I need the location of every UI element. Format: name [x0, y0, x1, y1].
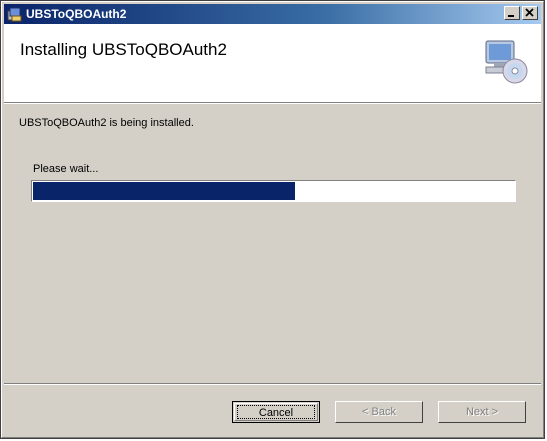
footer-divider	[4, 383, 541, 385]
close-button[interactable]	[522, 6, 538, 20]
minimize-button[interactable]	[504, 6, 520, 20]
header-banner: Installing UBSToQBOAuth2	[4, 24, 541, 102]
page-title: Installing UBSToQBOAuth2	[20, 40, 227, 59]
window-title: UBSToQBOAuth2	[26, 7, 127, 21]
close-icon	[525, 8, 534, 17]
install-status-text: UBSToQBOAuth2 is being installed.	[19, 117, 194, 129]
back-button-label: < Back	[362, 406, 396, 418]
cancel-button[interactable]: Cancel	[232, 401, 320, 423]
header-divider	[4, 102, 541, 104]
back-button[interactable]: < Back	[335, 401, 423, 423]
computer-cd-icon	[485, 40, 528, 84]
please-wait-label: Please wait...	[33, 163, 99, 175]
next-button[interactable]: Next >	[438, 401, 526, 423]
install-progress-bar	[31, 180, 516, 202]
minimize-icon	[508, 15, 514, 17]
progress-fill	[33, 182, 295, 200]
installer-window: UBSToQBOAuth2 Installing UBSToQBOAuth2 U…	[0, 0, 545, 439]
title-bar[interactable]: UBSToQBOAuth2	[4, 4, 541, 24]
cancel-button-label: Cancel	[258, 407, 294, 419]
installer-icon	[7, 7, 22, 22]
next-button-label: Next >	[465, 406, 499, 418]
